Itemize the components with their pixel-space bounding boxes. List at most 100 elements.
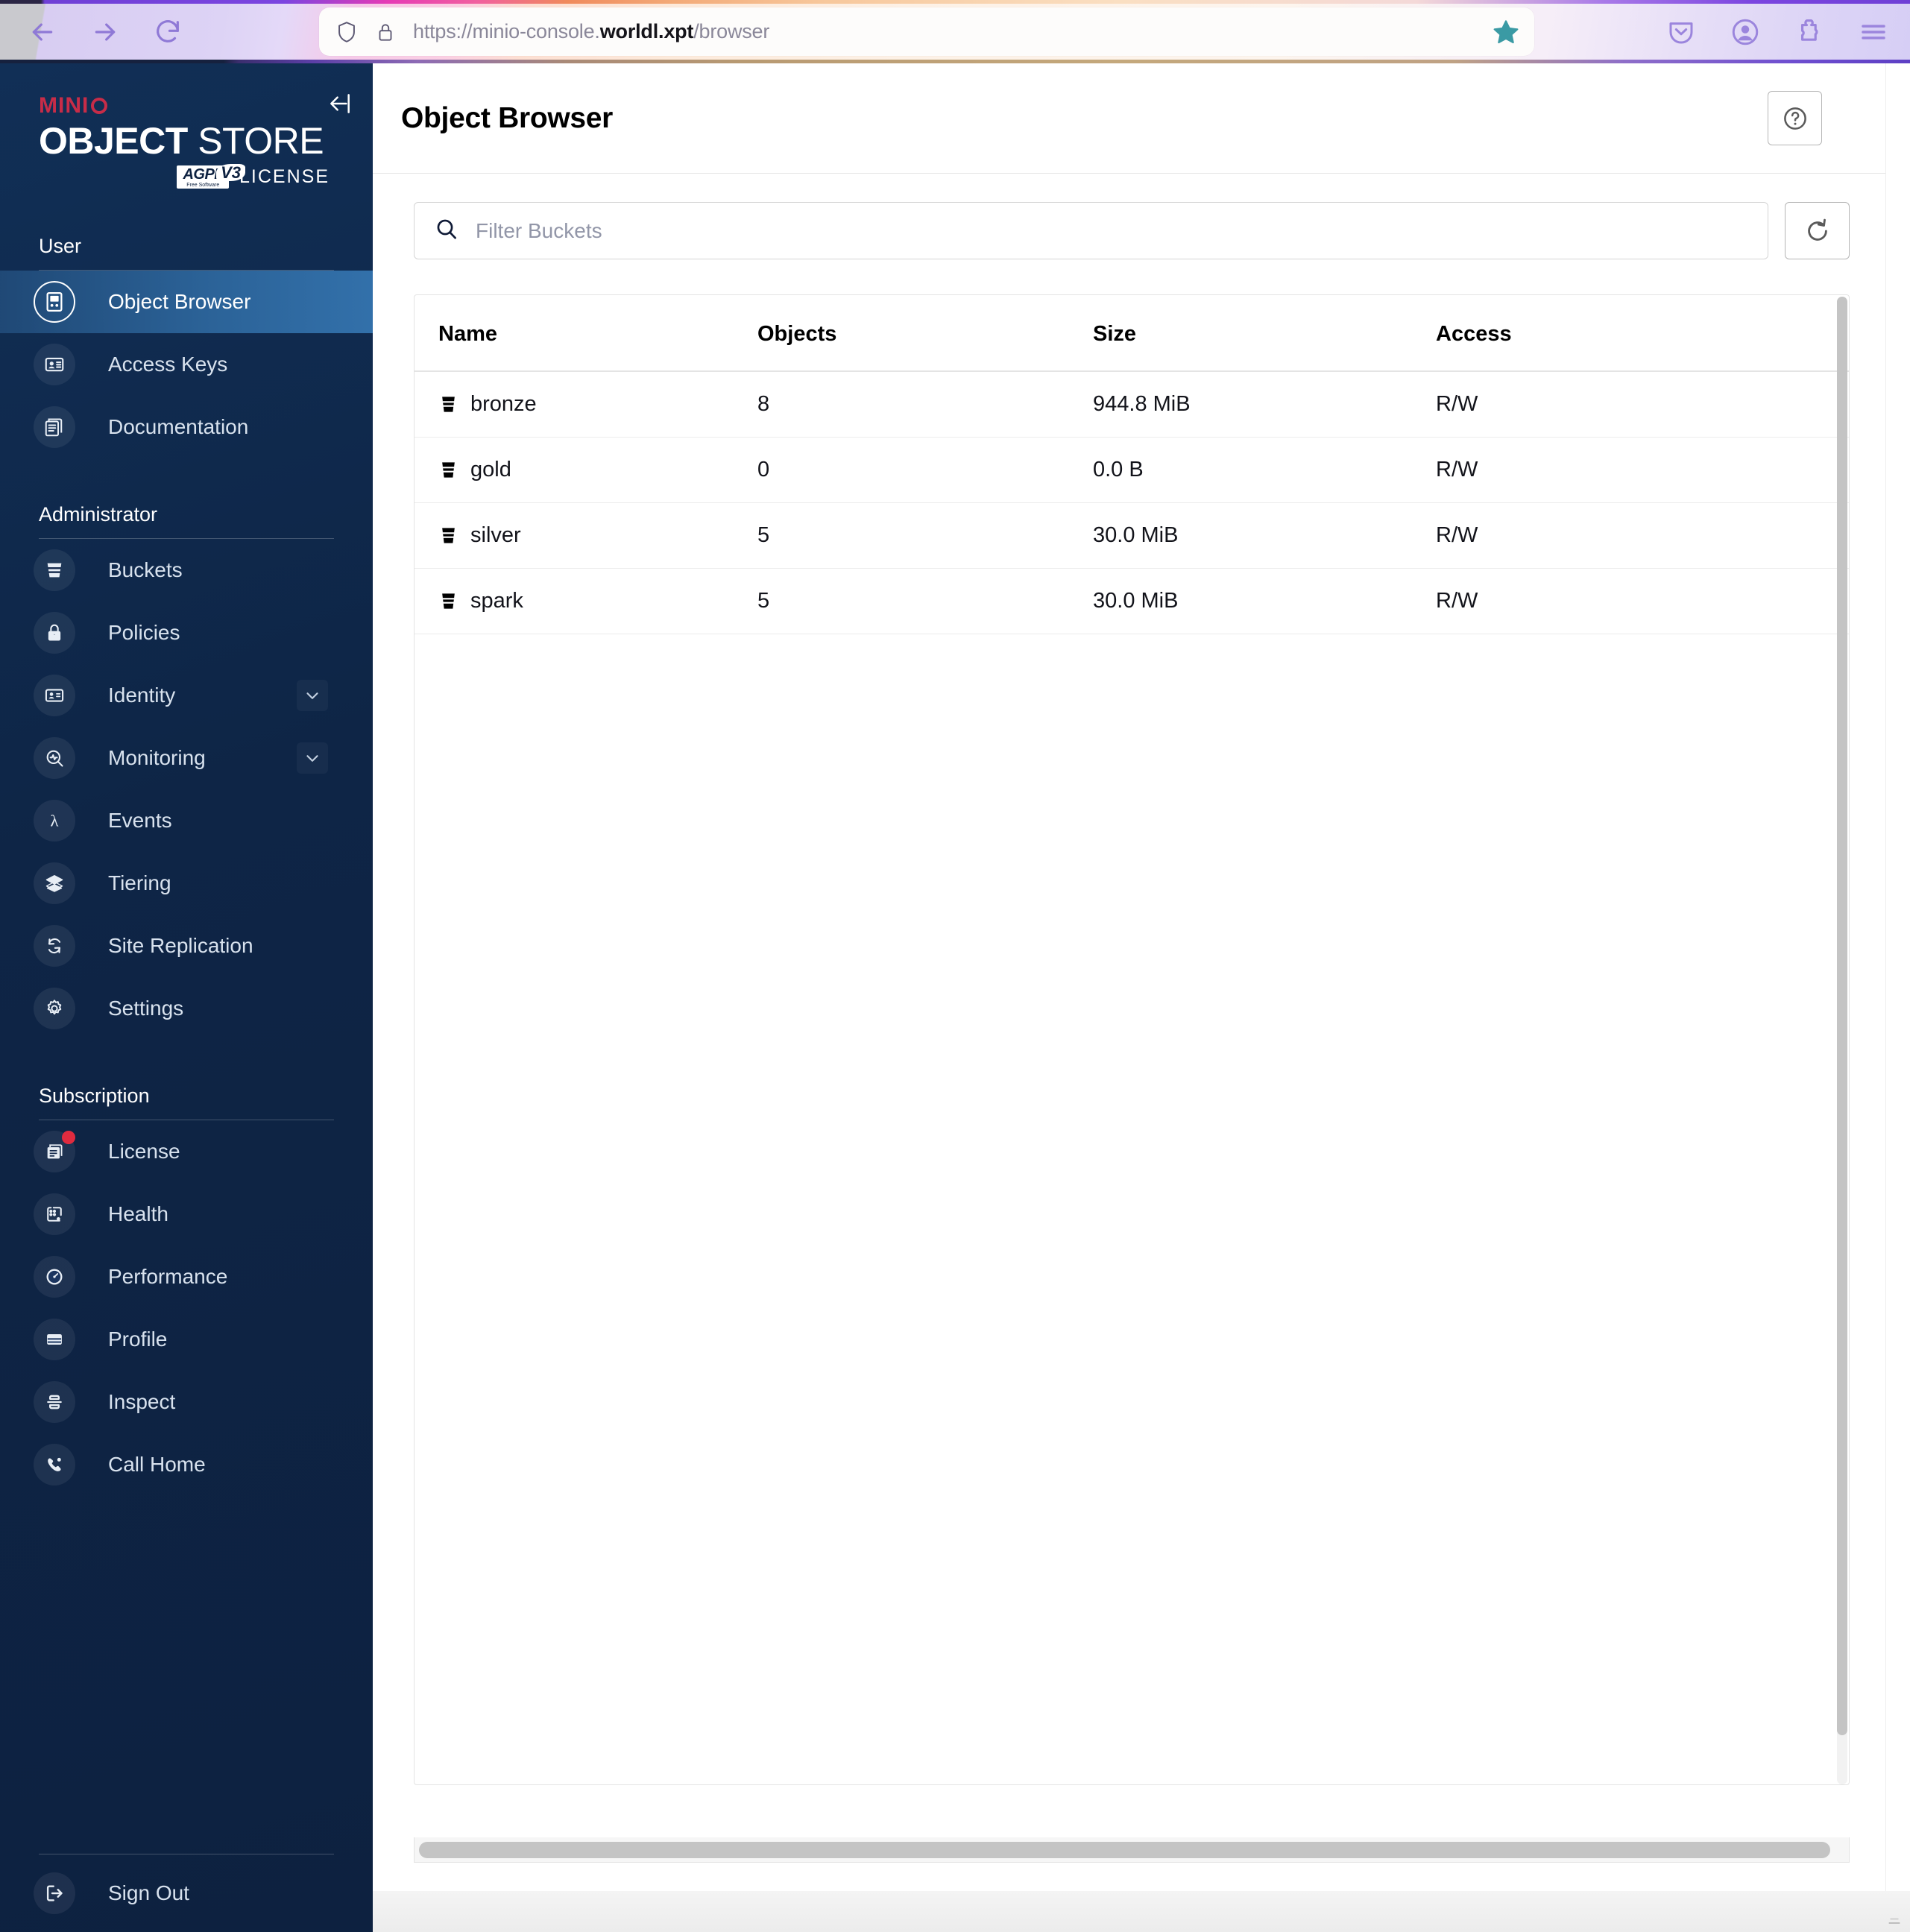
browser-nav-buttons — [22, 12, 188, 52]
minio-wordmark: MINI — [39, 95, 334, 117]
reload-button[interactable] — [148, 12, 188, 52]
bucket-access: R/W — [1436, 568, 1849, 634]
table-vertical-scrollbar-thumb[interactable] — [1837, 297, 1847, 1735]
gear-icon — [34, 987, 75, 1029]
sidebar-item-buckets[interactable]: Buckets — [0, 539, 373, 602]
speedometer-icon — [34, 1255, 75, 1298]
agpl-v3-mark: V3 — [216, 163, 246, 181]
chrome-bottom-accent — [0, 60, 1910, 63]
back-button[interactable] — [22, 12, 63, 52]
main-content: Object Browser Filter Buckets Name Objec… — [373, 63, 1885, 1932]
url-bar[interactable]: https://minio-console.worldl.xpt/browser — [319, 7, 1534, 56]
column-header-objects[interactable]: Objects — [757, 295, 1093, 372]
sidebar-item-site-replication[interactable]: Site Replication — [0, 915, 373, 977]
sidebar-item-label: Site Replication — [108, 933, 253, 957]
table-row[interactable]: silver 5 30.0 MiB R/W — [415, 502, 1849, 569]
section-label-administrator: Administrator — [39, 502, 158, 525]
sidebar-item-label: Monitoring — [108, 745, 206, 769]
lock-icon[interactable] — [374, 21, 397, 43]
sidebar-item-access-keys[interactable]: Access Keys — [0, 333, 373, 396]
url-path: /browser — [693, 20, 770, 42]
filter-buckets-box[interactable] — [414, 202, 1768, 259]
url-prefix: https://minio-console. — [413, 20, 600, 42]
filter-toolbar — [414, 202, 1850, 259]
profile-icon — [34, 1318, 75, 1360]
sidebar-item-label: Identity — [108, 683, 176, 707]
table-row[interactable]: spark 5 30.0 MiB R/W — [415, 568, 1849, 634]
column-header-name[interactable]: Name — [415, 295, 757, 372]
sync-icon — [34, 924, 75, 967]
license-notification-badge — [62, 1130, 75, 1144]
layers-icon — [34, 862, 75, 904]
pocket-icon[interactable] — [1665, 16, 1697, 48]
bucket-icon — [34, 549, 75, 591]
sidebar-item-tiering[interactable]: Tiering — [0, 852, 373, 915]
health-icon — [34, 1193, 75, 1235]
sidebar-item-events[interactable]: λ Events — [0, 789, 373, 852]
sidebar-logo[interactable]: MINI OBJECT STORE AGPL Free Software V3 … — [0, 63, 373, 189]
resize-grip-icon[interactable] — [1886, 1904, 1903, 1926]
hamburger-menu-icon[interactable] — [1858, 16, 1889, 48]
bucket-size: 30.0 MiB — [1093, 568, 1436, 634]
table-row[interactable]: gold 0 0.0 B R/W — [415, 437, 1849, 503]
chrome-right-icons — [1665, 16, 1889, 48]
sidebar-item-license[interactable]: License — [0, 1120, 373, 1183]
table-horizontal-scrollbar-thumb[interactable] — [419, 1841, 1830, 1858]
buckets-table-body: bronze 8 944.8 MiB R/W gold 0 0.0 B R/W … — [415, 371, 1849, 634]
sidebar-item-inspect[interactable]: Inspect — [0, 1371, 373, 1433]
sidebar-item-object-browser[interactable]: Object Browser — [0, 270, 373, 333]
sign-out-button[interactable]: Sign Out — [0, 1862, 373, 1925]
sidebar-item-label: Inspect — [108, 1389, 176, 1413]
sidebar-item-label: Events — [108, 808, 172, 832]
sidebar-item-identity[interactable]: Identity — [0, 664, 373, 727]
shield-icon[interactable] — [334, 19, 359, 45]
minio-text: MINI — [39, 93, 89, 118]
chrome-top-accent — [0, 0, 1910, 4]
bucket-access: R/W — [1436, 437, 1849, 503]
sidebar-item-profile[interactable]: Profile — [0, 1308, 373, 1371]
svg-text:λ: λ — [51, 811, 59, 830]
sidebar-item-performance[interactable]: Performance — [0, 1246, 373, 1308]
bucket-access: R/W — [1436, 371, 1849, 438]
sidebar-item-policies[interactable]: Policies — [0, 602, 373, 664]
sidebar-item-call-home[interactable]: Call Home — [0, 1433, 373, 1496]
buckets-table-card: Name Objects Size Access bronze 8 944.8 … — [414, 294, 1850, 1785]
forward-button[interactable] — [85, 12, 125, 52]
sidebar-item-label: Documentation — [108, 414, 249, 438]
bookmark-star-icon[interactable] — [1491, 17, 1521, 47]
filter-buckets-input[interactable] — [476, 218, 1748, 243]
chevron-down-icon[interactable] — [297, 742, 328, 774]
sidebar-item-documentation[interactable]: Documentation — [0, 396, 373, 458]
buckets-pane: Name Objects Size Access — [414, 202, 1850, 1879]
bucket-icon — [438, 525, 458, 546]
extensions-icon[interactable] — [1794, 16, 1825, 48]
url-text[interactable]: https://minio-console.worldl.xpt/browser — [413, 20, 769, 43]
sidebar-section-subscription: Subscription License Health Performance … — [0, 1085, 373, 1496]
bucket-size: 30.0 MiB — [1093, 502, 1436, 569]
bucket-name: spark — [470, 589, 523, 613]
sidebar-item-settings[interactable]: Settings — [0, 977, 373, 1040]
table-horizontal-scrollbar-track[interactable] — [414, 1837, 1850, 1863]
lock-icon — [34, 611, 75, 654]
column-header-size[interactable]: Size — [1093, 295, 1436, 372]
collapse-sidebar-icon[interactable] — [325, 89, 355, 119]
sidebar-item-label: Performance — [108, 1264, 228, 1288]
refresh-button[interactable] — [1785, 202, 1850, 259]
sidebar-item-label: Object Browser — [108, 289, 251, 313]
inspect-icon — [34, 1380, 75, 1423]
account-icon[interactable] — [1730, 16, 1761, 48]
sidebar-item-monitoring[interactable]: Monitoring — [0, 727, 373, 789]
help-button[interactable] — [1768, 91, 1822, 145]
bucket-size: 0.0 B — [1093, 437, 1436, 503]
sidebar-item-label: Call Home — [108, 1452, 206, 1476]
sidebar-item-health[interactable]: Health — [0, 1183, 373, 1246]
chevron-down-icon[interactable] — [297, 679, 328, 711]
minio-o-ring — [91, 98, 108, 114]
bucket-icon — [438, 394, 458, 414]
sidebar-section-administrator: Administrator Buckets Policies Identity … — [0, 503, 373, 1040]
table-row[interactable]: bronze 8 944.8 MiB R/W — [415, 371, 1849, 438]
section-label-user: User — [39, 234, 82, 257]
column-header-access[interactable]: Access — [1436, 295, 1849, 372]
sidebar-item-label: Policies — [108, 620, 180, 644]
identity-icon — [34, 674, 75, 716]
